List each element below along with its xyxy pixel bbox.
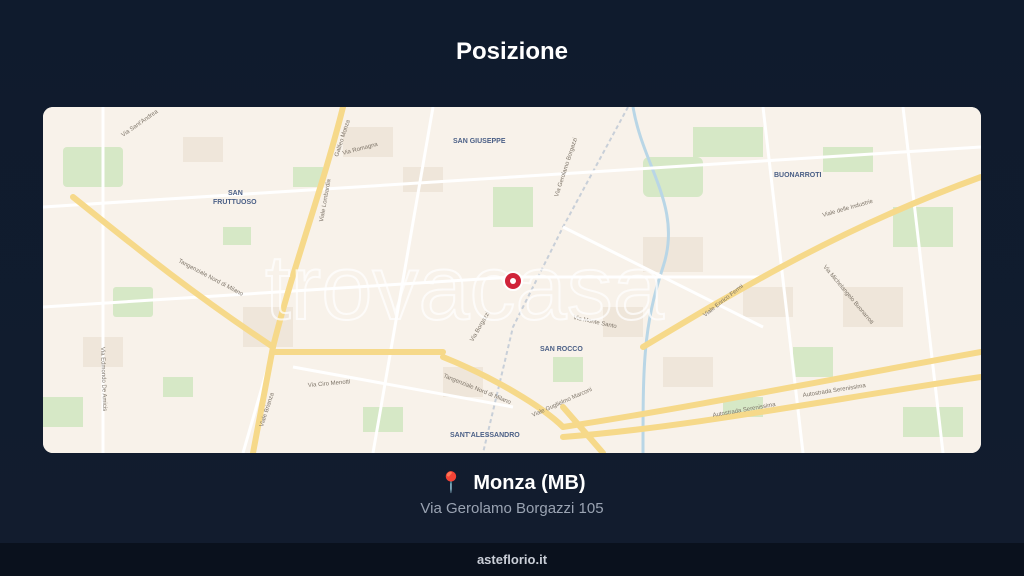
map-pin-marker[interactable] <box>503 271 523 291</box>
location-heading: 📍 Monza (MB) <box>0 470 1024 495</box>
watermark-logo: trovacasa <box>265 237 665 339</box>
page-title: Posizione <box>455 38 569 65</box>
location-city: Monza (MB) <box>473 472 586 494</box>
map-canvas[interactable]: SAN GIUSEPPE SAN FRUTTUOSO BUONARROTI SA… <box>43 107 981 453</box>
label-fruttuoso: FRUTTUOSO <box>213 199 257 206</box>
pin-emoji-icon: 📍 <box>438 472 464 494</box>
label-san-giuseppe: SAN GIUSEPPE <box>453 138 506 145</box>
footer: asteflorio.it <box>0 543 1024 576</box>
label-san: SAN <box>228 190 243 197</box>
location-address: Via Gerolamo Borgazzi 105 <box>420 500 604 517</box>
map[interactable]: SAN GIUSEPPE SAN FRUTTUOSO BUONARROTI SA… <box>43 107 981 453</box>
label-san-rocco: SAN ROCCO <box>540 346 583 353</box>
label-sant-alessandro: SANT'ALESSANDRO <box>450 432 520 439</box>
label-buonarroti: BUONARROTI <box>774 172 821 179</box>
footer-brand[interactable]: asteflorio.it <box>477 552 547 567</box>
